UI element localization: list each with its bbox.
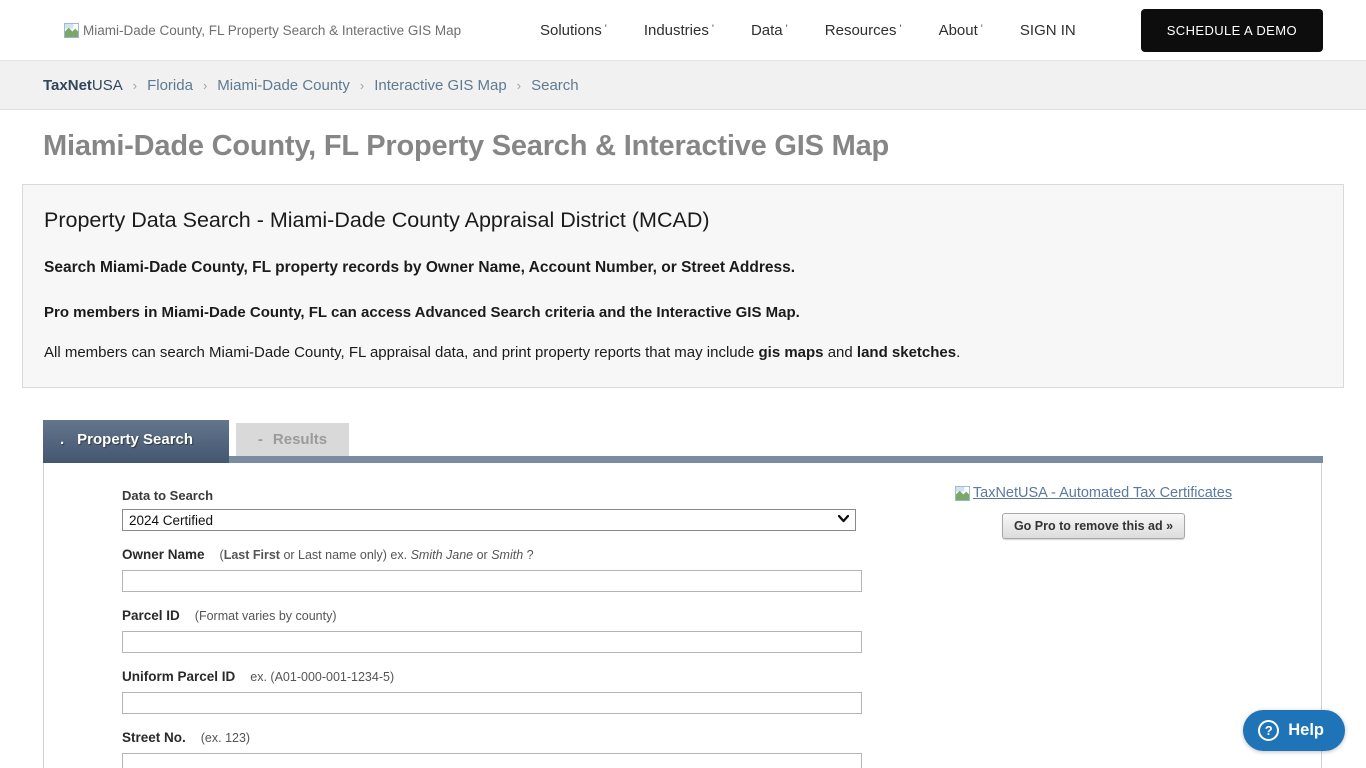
data-to-search-select[interactable]: 2024 Certified bbox=[122, 509, 856, 531]
site-logo[interactable]: Miami-Dade County, FL Property Search & … bbox=[64, 23, 461, 38]
parcel-id-hint: (Format varies by county) bbox=[195, 609, 337, 623]
street-no-hint: (ex. 123) bbox=[201, 731, 250, 745]
chevron-down-icon: ' bbox=[899, 23, 901, 35]
uniform-parcel-id-hint: ex. (A01-000-001-1234-5) bbox=[250, 670, 394, 684]
street-no-input[interactable] bbox=[122, 753, 862, 768]
chevron-down-icon: ' bbox=[712, 23, 714, 35]
search-panel: Data to Search 2024 Certified Owner Name… bbox=[43, 463, 1322, 768]
tabs: . Property Search - Results bbox=[43, 420, 1323, 463]
breadcrumb-item-florida[interactable]: Florida bbox=[147, 77, 193, 94]
field-data-to-search: Data to Search 2024 Certified bbox=[122, 488, 866, 531]
help-button[interactable]: ? Help bbox=[1243, 710, 1345, 751]
breadcrumb-brand-link[interactable]: TaxNetUSA bbox=[43, 77, 123, 94]
logo-alt-text: Miami-Dade County, FL Property Search & … bbox=[83, 23, 461, 38]
nav-item-about[interactable]: About ' bbox=[939, 22, 983, 39]
broken-image-icon bbox=[64, 23, 79, 38]
tab-property-search[interactable]: . Property Search bbox=[43, 420, 229, 463]
data-to-search-select-wrap: 2024 Certified bbox=[122, 509, 856, 531]
tab-underline-bar bbox=[43, 456, 1323, 463]
nav-label: Data bbox=[751, 22, 783, 39]
nav-label: About bbox=[939, 22, 978, 39]
top-header: Miami-Dade County, FL Property Search & … bbox=[0, 0, 1366, 60]
parcel-id-label: Parcel ID bbox=[122, 608, 180, 623]
intro-line-3-prefix: All members can search Miami-Dade County… bbox=[44, 344, 759, 361]
main-nav: Solutions ' Industries ' Data ' Resource… bbox=[540, 9, 1323, 52]
nav-label: Resources bbox=[825, 22, 897, 39]
property-search-form: Data to Search 2024 Certified Owner Name… bbox=[44, 463, 866, 768]
field-street-no: Street No. (ex. 123) bbox=[122, 730, 866, 768]
breadcrumb-separator-icon: › bbox=[517, 78, 521, 93]
page-title: Miami-Dade County, FL Property Search & … bbox=[43, 130, 1323, 163]
nav-label: Solutions bbox=[540, 22, 602, 39]
intro-heading: Property Data Search - Miami-Dade County… bbox=[44, 208, 1322, 233]
nav-item-industries[interactable]: Industries ' bbox=[644, 22, 714, 39]
breadcrumb-item-search[interactable]: Search bbox=[531, 77, 579, 94]
tab-property-search-label: Property Search bbox=[77, 431, 193, 448]
intro-line-1: Search Miami-Dade County, FL property re… bbox=[44, 259, 1322, 277]
tab-dash-icon: - bbox=[258, 431, 263, 448]
brand-bold: TaxNet bbox=[43, 77, 92, 94]
intro-line-3-suffix: . bbox=[956, 344, 960, 361]
chevron-down-icon: ' bbox=[981, 23, 983, 35]
breadcrumb-item-county[interactable]: Miami-Dade County bbox=[217, 77, 350, 94]
chevron-down-icon: ' bbox=[786, 23, 788, 35]
sign-in-link[interactable]: SIGN IN bbox=[1020, 22, 1076, 39]
tab-results-label: Results bbox=[273, 431, 327, 448]
data-to-search-label: Data to Search bbox=[122, 488, 213, 503]
go-pro-button[interactable]: Go Pro to remove this ad » bbox=[1002, 513, 1185, 539]
breadcrumb: TaxNetUSA › Florida › Miami-Dade County … bbox=[0, 60, 1366, 110]
broken-image-icon bbox=[955, 486, 970, 501]
intro-line-2: Pro members in Miami-Dade County, FL can… bbox=[44, 304, 1322, 321]
chevron-down-icon: ' bbox=[605, 23, 607, 35]
intro-box: Property Data Search - Miami-Dade County… bbox=[22, 184, 1344, 388]
tab-bullet-icon: . bbox=[60, 431, 64, 448]
intro-line-3-gis-maps: gis maps bbox=[759, 344, 824, 361]
owner-name-input[interactable] bbox=[122, 570, 862, 592]
nav-item-data[interactable]: Data ' bbox=[751, 22, 788, 39]
tab-results[interactable]: - Results bbox=[236, 423, 349, 456]
uniform-parcel-id-label: Uniform Parcel ID bbox=[122, 669, 235, 684]
field-parcel-id: Parcel ID (Format varies by county) bbox=[122, 608, 866, 653]
question-mark-icon: ? bbox=[1258, 720, 1279, 741]
breadcrumb-item-gis-map[interactable]: Interactive GIS Map bbox=[374, 77, 507, 94]
nav-label: Industries bbox=[644, 22, 709, 39]
intro-line-3-mid: and bbox=[824, 344, 857, 361]
field-uniform-parcel-id: Uniform Parcel ID ex. (A01-000-001-1234-… bbox=[122, 669, 866, 714]
breadcrumb-separator-icon: › bbox=[133, 78, 137, 93]
brand-rest: USA bbox=[92, 77, 123, 94]
help-button-label: Help bbox=[1288, 721, 1324, 740]
ad-link-text: TaxNetUSA - Automated Tax Certificates bbox=[973, 485, 1232, 501]
parcel-id-input[interactable] bbox=[122, 631, 862, 653]
field-owner-name: Owner Name (Last First or Last name only… bbox=[122, 547, 866, 592]
uniform-parcel-id-input[interactable] bbox=[122, 692, 862, 714]
breadcrumb-separator-icon: › bbox=[360, 78, 364, 93]
ad-link[interactable]: TaxNetUSA - Automated Tax Certificates bbox=[955, 485, 1232, 501]
intro-line-3-land-sketches: land sketches bbox=[857, 344, 956, 361]
nav-item-solutions[interactable]: Solutions ' bbox=[540, 22, 607, 39]
intro-line-3: All members can search Miami-Dade County… bbox=[44, 344, 1322, 361]
street-no-label: Street No. bbox=[122, 730, 186, 745]
breadcrumb-separator-icon: › bbox=[203, 78, 207, 93]
owner-name-hint: (Last First or Last name only) ex. Smith… bbox=[220, 548, 534, 562]
owner-name-label: Owner Name bbox=[122, 547, 205, 562]
nav-item-resources[interactable]: Resources ' bbox=[825, 22, 902, 39]
schedule-demo-button[interactable]: SCHEDULE A DEMO bbox=[1141, 9, 1323, 52]
